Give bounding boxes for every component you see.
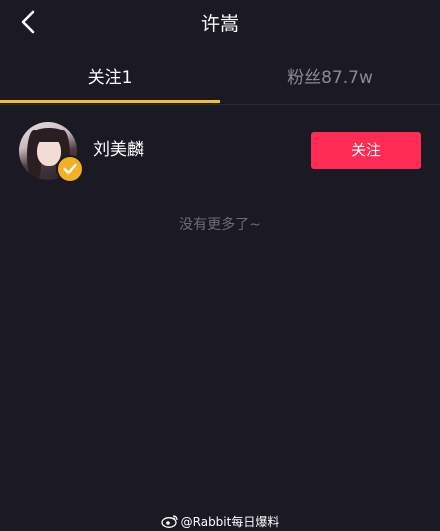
verified-badge-icon — [56, 155, 84, 183]
tab-following[interactable]: 关注1 — [0, 56, 220, 100]
user-name[interactable]: 刘美麟 — [93, 138, 144, 162]
page-title: 许嵩 — [200, 13, 239, 35]
watermark-text: @Rabbit每日爆料 — [180, 514, 280, 529]
follow-button[interactable]: 关注 — [311, 132, 421, 169]
header: 许嵩 — [0, 0, 440, 48]
list-item[interactable]: 刘美麟 关注 — [0, 116, 440, 188]
active-tab-indicator — [0, 100, 220, 103]
tab-fans[interactable]: 粉丝87.7w — [220, 56, 440, 100]
weibo-icon — [160, 514, 179, 528]
end-of-list-message: 没有更多了~ — [179, 217, 261, 233]
tab-bar: 关注1 粉丝87.7w — [0, 56, 440, 105]
watermark: @Rabbit每日爆料 — [0, 511, 440, 531]
